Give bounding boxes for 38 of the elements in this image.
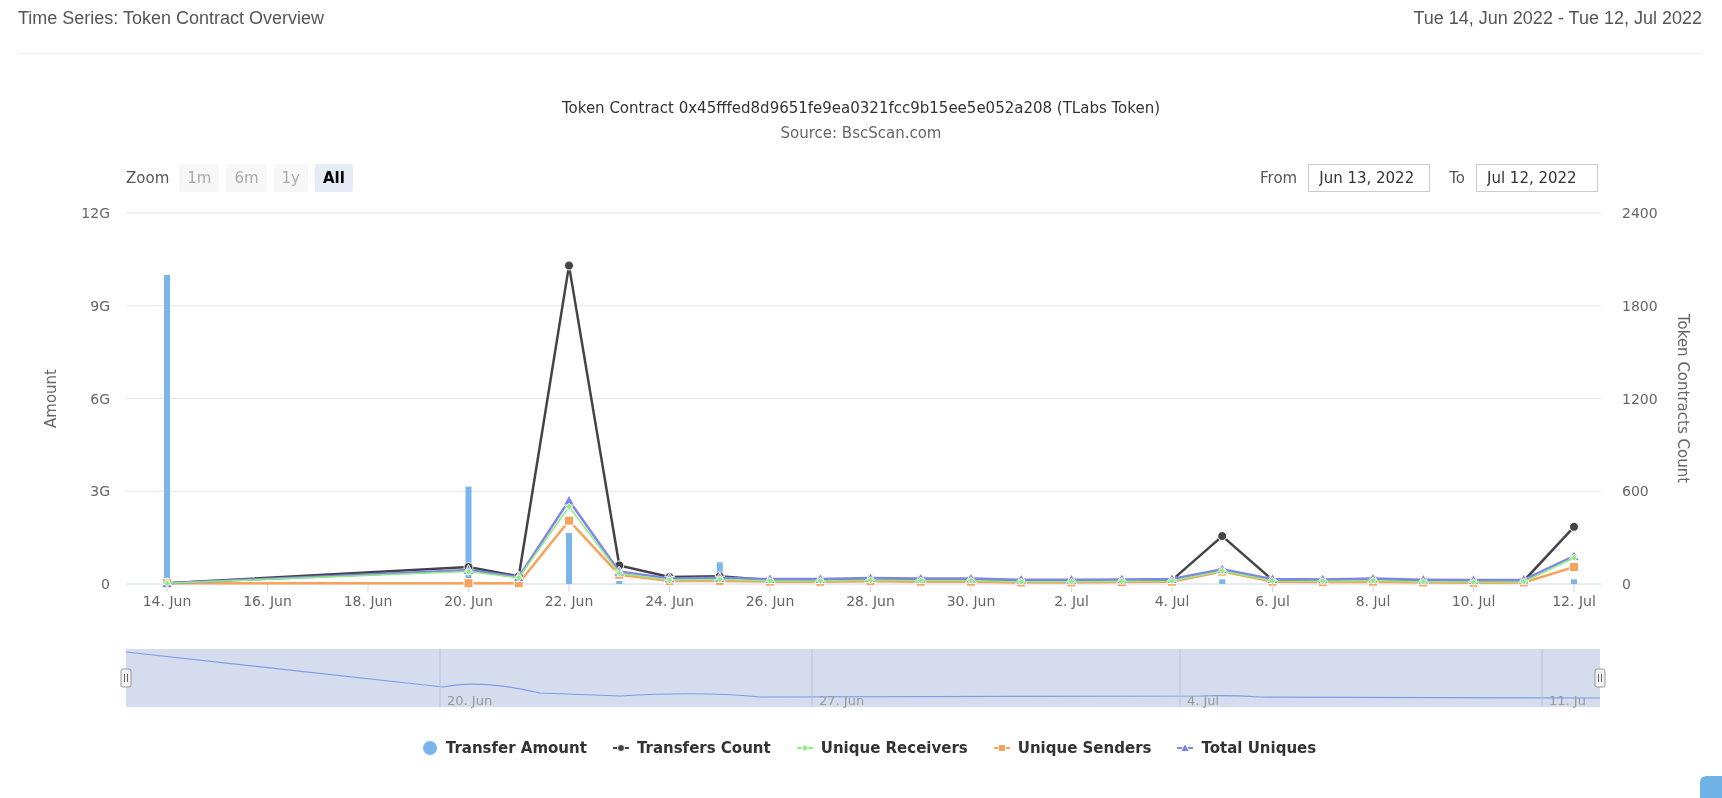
axis-label: 6. Jul <box>1255 593 1290 609</box>
axis-label: 30. Jun <box>946 593 996 609</box>
axis-label: 11. Ju <box>1549 693 1586 708</box>
axis-label: 22. Jun <box>544 593 594 609</box>
axis-title: Token Contracts Count <box>1674 313 1692 484</box>
axis-label: 16. Jun <box>243 593 292 609</box>
axis-label: 20. Jun <box>444 593 493 609</box>
page-title: Time Series: Token Contract Overview <box>18 8 325 29</box>
date-range: Tue 14, Jun 2022 - Tue 12, Jul 2022 <box>1413 8 1702 29</box>
axis-label: 26. Jun <box>745 593 795 609</box>
axis-label: 2400 <box>1622 205 1658 221</box>
axis-label: 1200 <box>1622 390 1658 407</box>
axis-label: 18. Jun <box>343 593 393 609</box>
axis-label: 12. Jul <box>1552 593 1596 609</box>
axis-label: 8. Jul <box>1355 593 1391 609</box>
chart-subtitle: Source: BscScan.com <box>780 124 942 142</box>
from-label: From <box>1260 169 1298 187</box>
chart-title: Token Contract 0x45fffed8d9651fe9ea0321fcc9b15ee5e052a208 (TLabs Token) <box>561 99 1161 117</box>
axis-label: 10. Jul <box>1451 593 1496 609</box>
axis-label: 0 <box>101 576 110 592</box>
axis-label: 20. Jun <box>447 693 493 708</box>
axis-label: 600 <box>1622 483 1649 500</box>
axis-label: 4. Jul <box>1154 593 1190 609</box>
axis-label: 4. Jul <box>1187 693 1220 708</box>
axis-label: 9G <box>90 297 110 314</box>
axis-label: 14. Jun <box>142 593 192 609</box>
axis-label: 12G <box>81 205 110 221</box>
axis-label: 1800 <box>1622 297 1658 314</box>
axis-label: 27. Jun <box>819 693 865 708</box>
zoom-label: Zoom <box>126 169 170 187</box>
axis-label: 28. Jun <box>846 593 895 609</box>
axis-label: 0 <box>1622 576 1631 592</box>
to-label: To <box>1449 169 1465 187</box>
axis-label: 6G <box>90 390 110 407</box>
axis-title: Amount <box>42 369 60 428</box>
axis-label: 24. Jun <box>645 593 694 609</box>
axis-label: 2. Jul <box>1054 593 1089 609</box>
axis-label: 3G <box>90 483 110 500</box>
